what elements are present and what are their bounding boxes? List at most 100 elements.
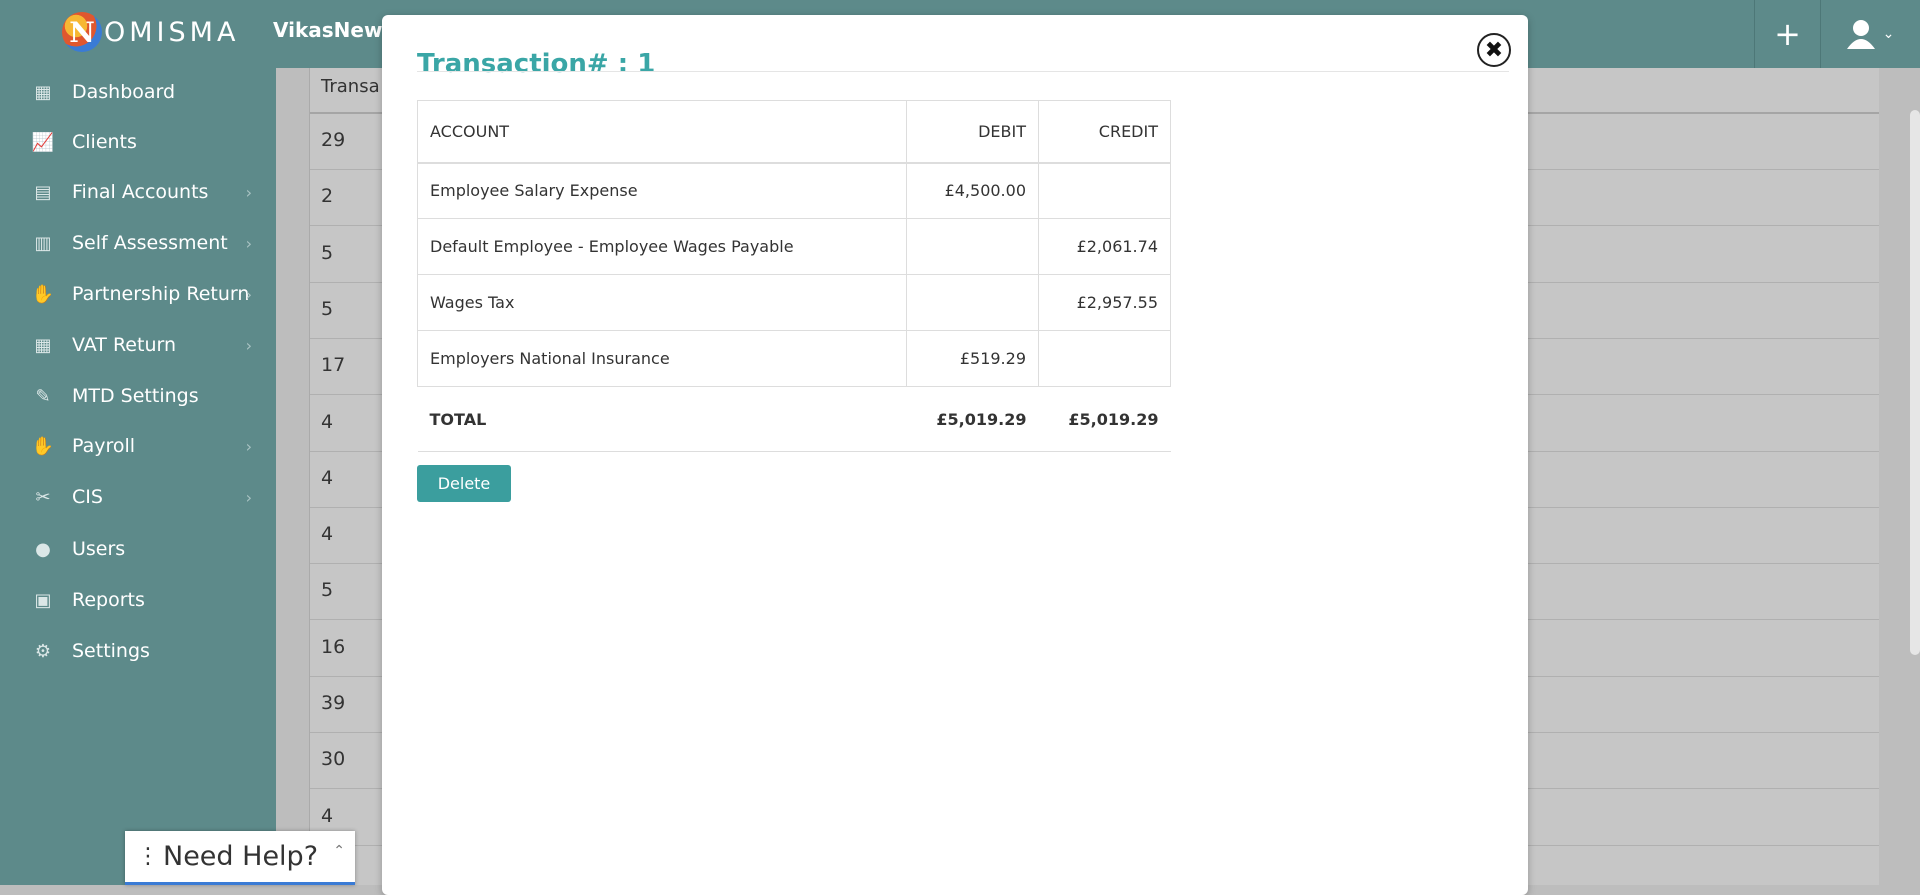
sidebar-item-label: Settings (72, 640, 150, 662)
tag-icon: ✎ (35, 385, 51, 407)
sidebar-item-dashboard[interactable]: ▦ Dashboard (0, 67, 276, 117)
delete-button[interactable]: Delete (417, 465, 511, 502)
gear-icon: ⚙ (34, 640, 52, 662)
row-value: 16 (321, 635, 346, 658)
logo-text: OMISMA (104, 16, 240, 48)
total-credit: £5,019.29 (1038, 386, 1171, 452)
dashboard-icon: ▦ (34, 81, 52, 103)
table-row: Wages Tax £2,957.55 (417, 274, 1171, 331)
chevron-right-icon: › (245, 335, 252, 355)
sidebar-item-users[interactable]: ● Users (0, 524, 276, 574)
sidebar-item-mtd-settings[interactable]: ✎ MTD Settings (0, 371, 276, 421)
sidebar-item-label: MTD Settings (72, 385, 199, 407)
row-debit (906, 274, 1039, 331)
sidebar-item-label: Clients (72, 131, 137, 153)
chevron-right-icon: › (245, 182, 252, 202)
table-row: Default Employee - Employee Wages Payabl… (417, 218, 1171, 275)
clipboard-icon: ▣ (34, 589, 52, 611)
row-value: 4 (321, 523, 334, 546)
sidebar-item-clients[interactable]: 📈 Clients (0, 117, 276, 167)
handshake-icon: ✋ (31, 283, 55, 305)
logo-mark: N (62, 12, 102, 52)
sidebar-item-self-assessment[interactable]: ▥ Self Assessment › (0, 218, 276, 268)
total-label: TOTAL (417, 386, 907, 452)
drag-handle-icon[interactable]: ⋮ (137, 844, 159, 869)
row-value: 5 (321, 241, 334, 264)
row-value: 29 (321, 129, 346, 151)
chevron-right-icon: › (245, 284, 252, 304)
chart-icon: 📈 (31, 131, 55, 153)
row-value: 30 (321, 748, 346, 771)
sidebar-item-vat-return[interactable]: ▦ VAT Return › (0, 320, 276, 370)
row-account: Default Employee - Employee Wages Payabl… (417, 218, 907, 275)
total-row: TOTAL £5,019.29 £5,019.29 (417, 386, 1171, 452)
row-value: 5 (321, 297, 334, 320)
row-credit: £2,957.55 (1038, 274, 1171, 331)
form-icon: ▥ (34, 232, 52, 254)
chevron-down-icon: ⌄ (1882, 26, 1895, 42)
row-value: 4 (321, 466, 334, 489)
total-debit: £5,019.29 (906, 386, 1039, 452)
user-icon (1846, 20, 1875, 49)
sidebar-item-payroll[interactable]: ✋ Payroll › (0, 421, 276, 471)
sidebar: ▦ Dashboard 📈 Clients ▤ Final Accounts › ▥ Self … (0, 68, 276, 885)
close-icon: ✖ (1484, 37, 1504, 63)
column-credit: CREDIT (1038, 100, 1171, 164)
company-name: VikasNew (273, 18, 383, 42)
sidebar-item-final-accounts[interactable]: ▤ Final Accounts › (0, 167, 276, 217)
row-credit (1038, 162, 1171, 219)
row-debit: £519.29 (906, 330, 1039, 387)
row-account: Wages Tax (417, 274, 907, 331)
sidebar-item-label: Payroll (72, 435, 136, 457)
sidebar-item-settings[interactable]: ⚙ Settings (0, 626, 276, 676)
row-account: Employers National Insurance (417, 330, 907, 387)
plus-icon: + (1774, 15, 1801, 53)
user-icon: ● (35, 538, 51, 560)
tools-icon: ✂ (35, 486, 51, 508)
row-value: 4 (321, 804, 334, 827)
help-label: Need Help? (163, 841, 319, 872)
sidebar-item-partnership-return[interactable]: ✋ Partnership Return › (0, 269, 276, 319)
modal-title: Transaction# : 1 (417, 49, 656, 79)
table-header-label: Transa (321, 76, 380, 97)
sidebar-item-label: VAT Return (72, 334, 176, 356)
sidebar-item-cis[interactable]: ✂ CIS › (0, 472, 276, 522)
sidebar-item-label: Users (72, 538, 126, 560)
sidebar-item-label: Reports (72, 589, 145, 611)
sidebar-item-label: Partnership Return (72, 283, 250, 305)
calculator-icon: ▦ (34, 334, 52, 356)
row-credit (1038, 330, 1171, 387)
close-button[interactable]: ✖ (1477, 33, 1511, 67)
table-row: Employers National Insurance £519.29 (417, 330, 1171, 387)
sidebar-item-label: Self Assessment (72, 232, 228, 254)
page-scrollbar[interactable] (1910, 110, 1920, 655)
row-debit: £4,500.00 (906, 162, 1039, 219)
sidebar-item-label: CIS (72, 486, 103, 508)
transaction-modal: Transaction# : 1 ✖ ACCOUNT DEBIT CREDIT … (382, 15, 1528, 895)
column-debit: DEBIT (906, 100, 1039, 164)
payroll-icon: ✋ (31, 435, 55, 457)
sidebar-item-reports[interactable]: ▣ Reports (0, 575, 276, 625)
chevron-right-icon: › (245, 487, 252, 507)
sidebar-item-label: Dashboard (72, 81, 176, 103)
sidebar-item-label: Final Accounts (72, 181, 209, 203)
user-menu-button[interactable]: ⌄ (1820, 0, 1920, 68)
row-value: 17 (321, 354, 346, 377)
row-value: 5 (321, 579, 334, 602)
row-debit (906, 218, 1039, 275)
row-value: 2 (321, 185, 334, 208)
app-logo[interactable]: N OMISMA (62, 10, 239, 54)
header-actions: + ⌄ (1754, 0, 1920, 68)
row-value: 4 (321, 410, 334, 433)
chevron-right-icon: › (245, 436, 252, 456)
row-value: 39 (321, 692, 346, 714)
table-row: Employee Salary Expense £4,500.00 (417, 162, 1171, 219)
help-widget[interactable]: ⋮ Need Help? ⌃ (125, 831, 355, 885)
add-button[interactable]: + (1754, 0, 1820, 68)
row-credit: £2,061.74 (1038, 218, 1171, 275)
ledger-icon: ▤ (34, 181, 52, 203)
table-header-row: ACCOUNT DEBIT CREDIT (417, 100, 1171, 164)
chevron-up-icon[interactable]: ⌃ (333, 843, 345, 859)
column-account: ACCOUNT (417, 100, 907, 164)
transaction-table: ACCOUNT DEBIT CREDIT Employee Salary Exp… (417, 100, 1171, 452)
